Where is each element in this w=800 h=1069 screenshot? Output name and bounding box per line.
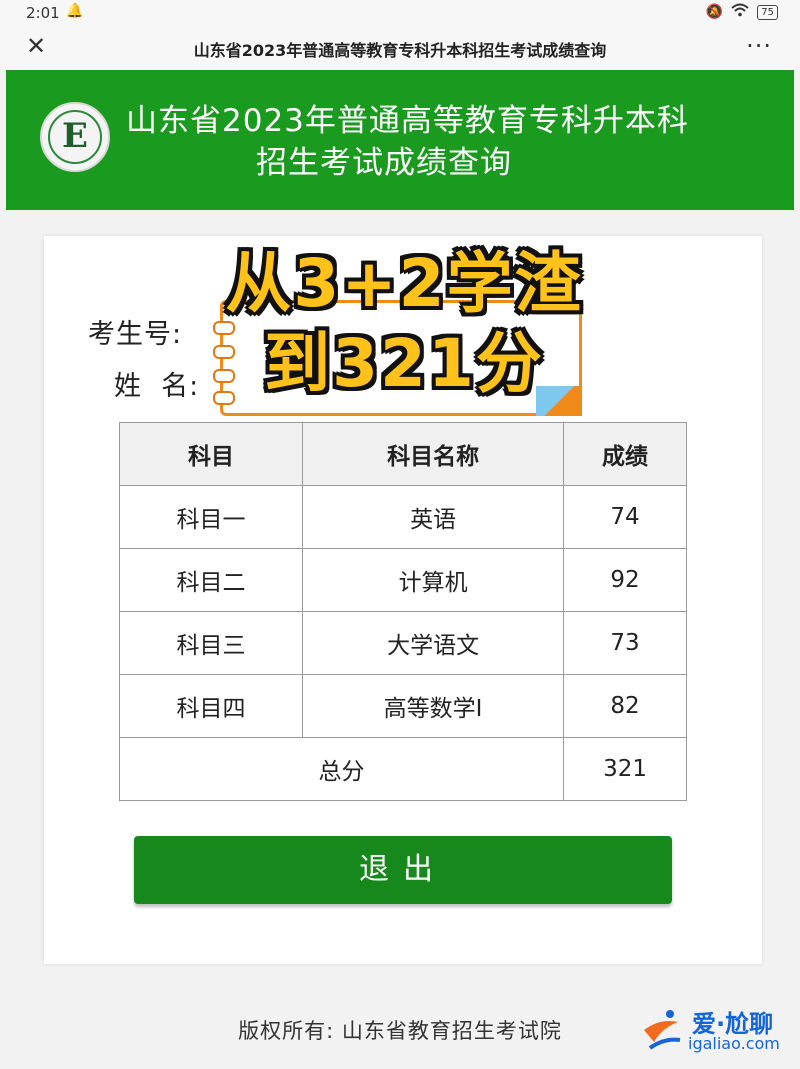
- status-time: 2:01: [26, 4, 60, 22]
- table-row: 科目四 高等数学I 82: [118, 674, 687, 738]
- battery-icon: 75: [757, 4, 778, 20]
- score-cell: 92: [563, 548, 687, 612]
- subject-cell: 科目一: [118, 485, 304, 549]
- header-title-line2: 招生考试成绩查询: [256, 145, 512, 181]
- page-header: E 山东省2023年普通高等教育专科升本科 招生考试成绩查询: [6, 70, 794, 210]
- score-table: 科目 科目名称 成绩 科目一 英语 74 科目二 计算机 92 科目三 大学语文…: [118, 422, 687, 801]
- subject-name-cell: 计算机: [302, 548, 565, 612]
- table-row: 科目三 大学语文 73: [118, 611, 687, 675]
- col-header-subject-name: 科目名称: [302, 422, 565, 486]
- close-icon[interactable]: ✕: [26, 32, 46, 60]
- wifi-icon: [731, 3, 749, 21]
- watermark-logo-icon: [644, 1010, 681, 1050]
- score-cell: 74: [563, 485, 687, 549]
- more-options-icon[interactable]: ···: [746, 32, 772, 60]
- score-cell: 73: [563, 611, 687, 675]
- mute-icon: 🔕: [705, 4, 724, 20]
- nav-bar: ✕ 山东省2023年普通高等教育专科升本科招生考试成绩查询 ···: [0, 26, 800, 70]
- subject-cell: 科目三: [118, 611, 304, 675]
- watermark: 爱·尬聊 igaliao.com: [636, 1000, 796, 1060]
- logo-letter: E: [62, 116, 88, 156]
- subject-name-cell: 英语: [302, 485, 565, 549]
- status-icons: 🔕 75: [706, 3, 778, 21]
- header-title-line1: 山东省2023年普通高等教育专科升本科: [126, 103, 689, 139]
- status-bar: 2:01 🔔 🔕 75: [0, 0, 800, 26]
- overlay-caption-line2: 到321分: [264, 325, 544, 402]
- watermark-url: igaliao.com: [688, 1034, 780, 1053]
- notification-bell-icon: 🔔: [66, 3, 84, 19]
- col-header-score: 成绩: [563, 422, 687, 486]
- table-header-row: 科目 科目名称 成绩: [118, 422, 687, 486]
- exit-button[interactable]: 退出: [134, 836, 672, 904]
- name-label: 姓 名:: [114, 371, 200, 402]
- page-title: 山东省2023年普通高等教育专科升本科招生考试成绩查询: [193, 41, 607, 60]
- total-label-cell: 总分: [118, 737, 565, 801]
- table-row: 科目二 计算机 92: [118, 548, 687, 612]
- header-title: 山东省2023年普通高等教育专科升本科 招生考试成绩查询: [126, 100, 786, 184]
- exam-authority-logo: E: [40, 102, 110, 172]
- total-row: 总分 321: [118, 737, 687, 801]
- result-card: 考生号: 姓 名: 从3+2学渣 到321分 科目 科目名称 成绩 科目一 英语…: [44, 236, 762, 964]
- col-header-subject: 科目: [118, 422, 304, 486]
- score-cell: 82: [563, 674, 687, 738]
- table-row: 科目一 英语 74: [118, 485, 687, 549]
- subject-name-cell: 大学语文: [302, 611, 565, 675]
- total-score-cell: 321: [563, 737, 687, 801]
- exam-number-label: 考生号:: [88, 319, 183, 350]
- subject-cell: 科目四: [118, 674, 304, 738]
- subject-cell: 科目二: [118, 548, 304, 612]
- subject-name-cell: 高等数学I: [302, 674, 565, 738]
